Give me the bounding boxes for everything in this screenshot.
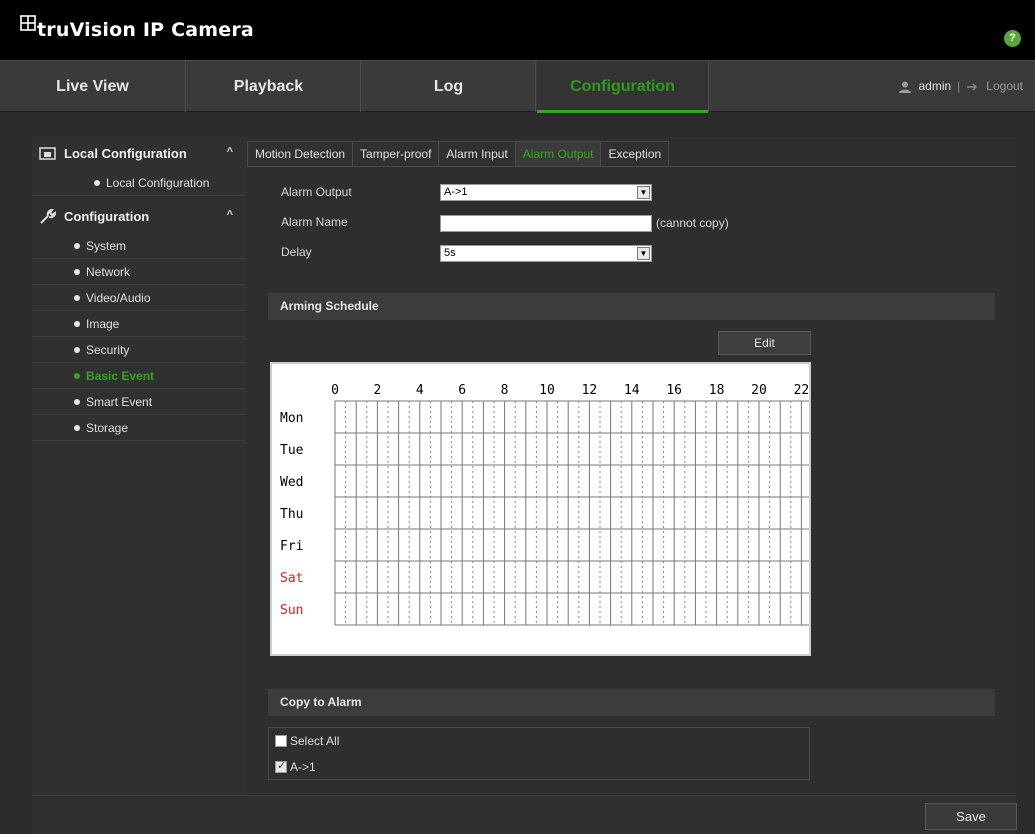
alarm-a1-checkbox[interactable]	[275, 759, 287, 773]
dropdown-arrow-icon[interactable]: ▼	[637, 186, 650, 199]
hour-tick-label: 2	[373, 383, 381, 398]
subtab-tamper-proof[interactable]: Tamper-proof	[352, 141, 440, 167]
day-label-fri: Fri	[280, 539, 303, 554]
schedule-chart: 024681012141618202224MonTueWedThuFriSatS…	[280, 383, 809, 626]
tab-configuration[interactable]: Configuration	[537, 61, 708, 112]
logout-link[interactable]: Logout	[986, 61, 1023, 112]
nav-divider	[708, 61, 709, 112]
alarm-name-label: Alarm Name	[281, 215, 348, 229]
delay-value: 5s	[444, 247, 456, 259]
sidebar-item-label: Smart Event	[86, 395, 153, 409]
nav-divider	[535, 61, 536, 112]
hour-tick-label: 22	[794, 383, 809, 398]
wrench-icon	[40, 208, 57, 224]
user-separator: |	[957, 79, 961, 93]
sidebar-group-title: Local Configuration	[64, 146, 187, 161]
subtab-divider	[247, 166, 1016, 167]
user-area: admin | Logout	[898, 61, 1023, 112]
sidebar-item-label: Security	[86, 343, 130, 357]
delay-label: Delay	[281, 245, 312, 259]
sidebar-group-local-configuration[interactable]: Local Configuration ^	[32, 137, 245, 170]
collapse-caret-icon[interactable]: ^	[227, 209, 233, 221]
hour-tick-label: 16	[666, 383, 682, 398]
select-all-label: Select All	[290, 734, 340, 748]
hour-tick-label: 20	[751, 383, 767, 398]
day-label-thu: Thu	[280, 507, 303, 522]
help-icon[interactable]: ?	[1004, 30, 1021, 47]
edit-schedule-button[interactable]: Edit	[718, 331, 811, 355]
sidebar-item-security[interactable]: Security	[32, 337, 245, 363]
hour-tick-label: 0	[331, 383, 339, 398]
collapse-caret-icon[interactable]: ^	[227, 146, 233, 158]
username: admin	[918, 79, 952, 93]
sidebar-item-storage[interactable]: Storage	[32, 415, 245, 441]
sidebar-group-title: Configuration	[64, 209, 150, 224]
sidebar-item-image[interactable]: Image	[32, 311, 245, 337]
hour-tick-label: 4	[416, 383, 424, 398]
day-label-sun: Sun	[280, 603, 303, 618]
main-nav: Live View Playback Log Configuration adm…	[0, 60, 1035, 113]
nav-divider	[360, 61, 361, 112]
day-label-sat: Sat	[280, 571, 303, 586]
subtab-exception[interactable]: Exception	[600, 141, 670, 167]
sidebar-item-label: Image	[86, 317, 120, 331]
active-tab-indicator	[537, 110, 708, 113]
top-header: truVision IP Camera ?	[0, 0, 1035, 60]
brand-name: truVision IP Camera	[37, 19, 254, 41]
day-label-wed: Wed	[280, 475, 303, 490]
dropdown-arrow-icon[interactable]: ▼	[637, 247, 650, 260]
sidebar-item-network[interactable]: Network	[32, 259, 245, 285]
hour-tick-label: 14	[624, 383, 640, 398]
sidebar-item-label: Network	[86, 265, 131, 279]
sidebar: Local Configuration ^ Local Configuratio…	[32, 137, 245, 441]
brand-logo-icon	[20, 15, 36, 31]
subtab-bar: Motion Detection Tamper-proof Alarm Inpu…	[247, 141, 670, 167]
sidebar-item-label: Basic Event	[86, 369, 155, 383]
brand: truVision IP Camera	[20, 15, 254, 41]
hour-tick-label: 12	[582, 383, 598, 398]
select-all-checkbox[interactable]	[275, 735, 287, 747]
sidebar-item-label: Local Configuration	[106, 176, 210, 190]
sidebar-item-local-configuration[interactable]: Local Configuration	[32, 170, 245, 196]
sidebar-item-label: Storage	[86, 421, 129, 435]
logout-icon[interactable]	[966, 82, 980, 92]
local-config-icon	[39, 146, 56, 160]
tab-log[interactable]: Log	[362, 61, 535, 112]
sidebar-item-system[interactable]: System	[32, 233, 245, 259]
nav-divider	[185, 61, 186, 112]
hour-tick-label: 6	[458, 383, 466, 398]
alarm-name-input[interactable]	[440, 215, 652, 232]
alarm-output-value: A->1	[444, 186, 468, 198]
user-icon	[899, 81, 912, 93]
tab-live-view[interactable]: Live View	[0, 61, 185, 112]
subtab-alarm-output[interactable]: Alarm Output	[514, 141, 602, 167]
copy-to-alarm-header: Copy to Alarm	[268, 689, 995, 716]
alarm-name-hint: (cannot copy)	[656, 216, 729, 230]
sidebar-item-label: System	[86, 239, 127, 253]
day-label-mon: Mon	[280, 411, 303, 426]
sidebar-item-smart-event[interactable]: Smart Event	[32, 389, 245, 415]
sidebar-item-video-audio[interactable]: Video/Audio	[32, 285, 245, 311]
copy-to-alarm-box	[268, 727, 810, 780]
tab-playback[interactable]: Playback	[187, 61, 350, 112]
subtab-alarm-input[interactable]: Alarm Input	[438, 141, 516, 167]
footer-divider	[32, 795, 1016, 796]
alarm-output-label: Alarm Output	[281, 185, 352, 199]
sidebar-item-label: Video/Audio	[86, 291, 151, 305]
hour-tick-label: 10	[539, 383, 555, 398]
sidebar-item-basic-event[interactable]: Basic Event	[32, 363, 245, 389]
sidebar-group-configuration[interactable]: Configuration ^	[32, 200, 245, 233]
day-label-tue: Tue	[280, 443, 304, 458]
hour-tick-label: 18	[709, 383, 725, 398]
subtab-motion-detection[interactable]: Motion Detection	[247, 141, 354, 167]
arming-schedule-header: Arming Schedule	[268, 293, 995, 320]
alarm-a1-label: A->1	[290, 760, 316, 774]
alarm-output-select[interactable]: A->1 ▼	[440, 184, 652, 201]
arming-schedule-grid[interactable]: 024681012141618202224MonTueWedThuFriSatS…	[270, 362, 811, 656]
save-button[interactable]: Save	[925, 803, 1017, 830]
delay-select[interactable]: 5s ▼	[440, 245, 652, 262]
hour-tick-label: 8	[501, 383, 509, 398]
